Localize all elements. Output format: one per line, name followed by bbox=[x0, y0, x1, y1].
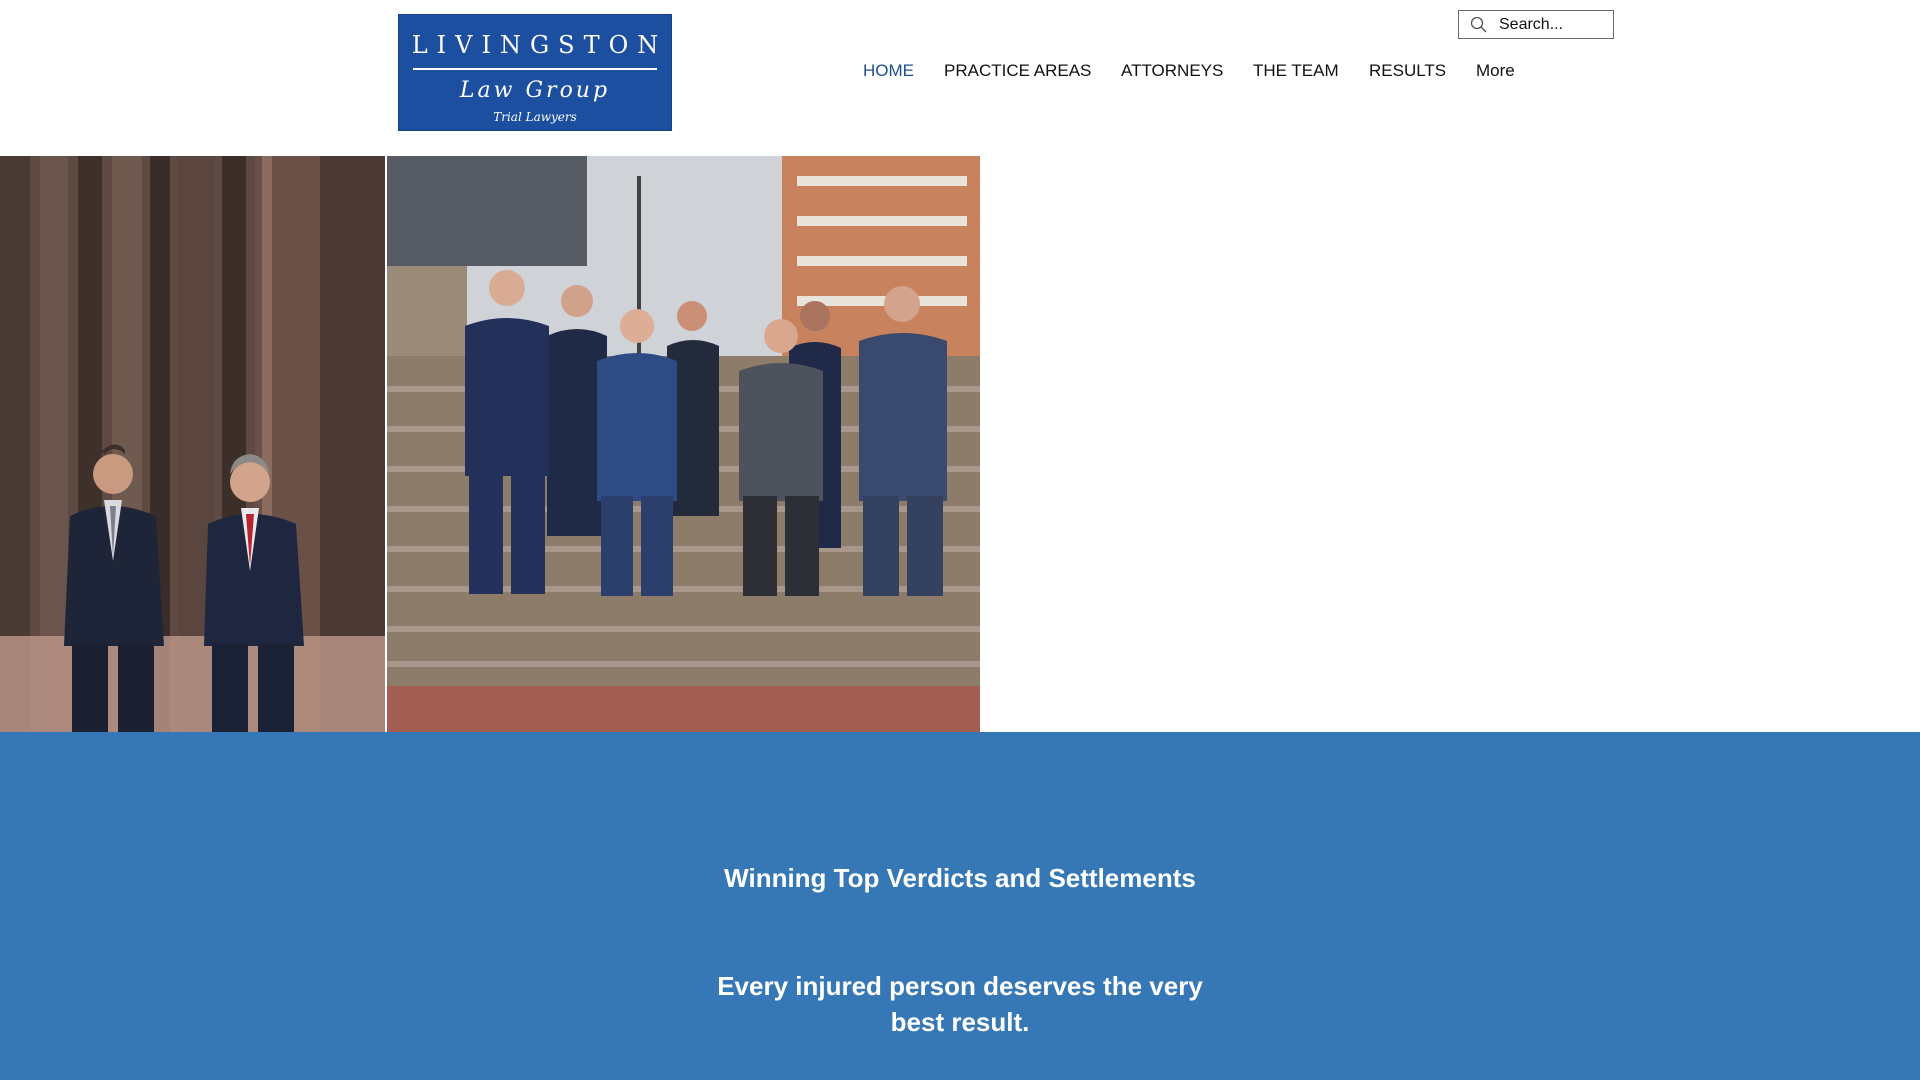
nav-the-team[interactable]: THE TEAM bbox=[1253, 61, 1339, 81]
search-box[interactable] bbox=[1458, 10, 1614, 39]
results-banner: Winning Top Verdicts and Settlements Eve… bbox=[0, 732, 1920, 1080]
nav-attorneys[interactable]: ATTORNEYS bbox=[1121, 61, 1223, 81]
logo-firm-name: LIVINGSTON bbox=[411, 31, 668, 59]
nav-results[interactable]: RESULTS bbox=[1369, 61, 1446, 81]
founding-partners-photo bbox=[0, 156, 385, 732]
hero-gallery bbox=[0, 156, 980, 732]
team-group-photo bbox=[387, 156, 980, 732]
search-icon[interactable] bbox=[1467, 11, 1493, 38]
banner-tagline: Every injured person deserves the very b… bbox=[717, 971, 1203, 1037]
banner-heading: Winning Top Verdicts and Settlements bbox=[724, 863, 1196, 893]
main-navigation: HOME PRACTICE AREAS ATTORNEYS THE TEAM R… bbox=[0, 61, 1920, 85]
search-input[interactable] bbox=[1493, 12, 1611, 37]
nav-more[interactable]: More bbox=[1476, 61, 1515, 81]
nav-practice-areas[interactable]: PRACTICE AREAS bbox=[944, 61, 1091, 81]
logo-tagline: Trial Lawyers bbox=[493, 110, 577, 124]
nav-home[interactable]: HOME bbox=[863, 61, 914, 81]
